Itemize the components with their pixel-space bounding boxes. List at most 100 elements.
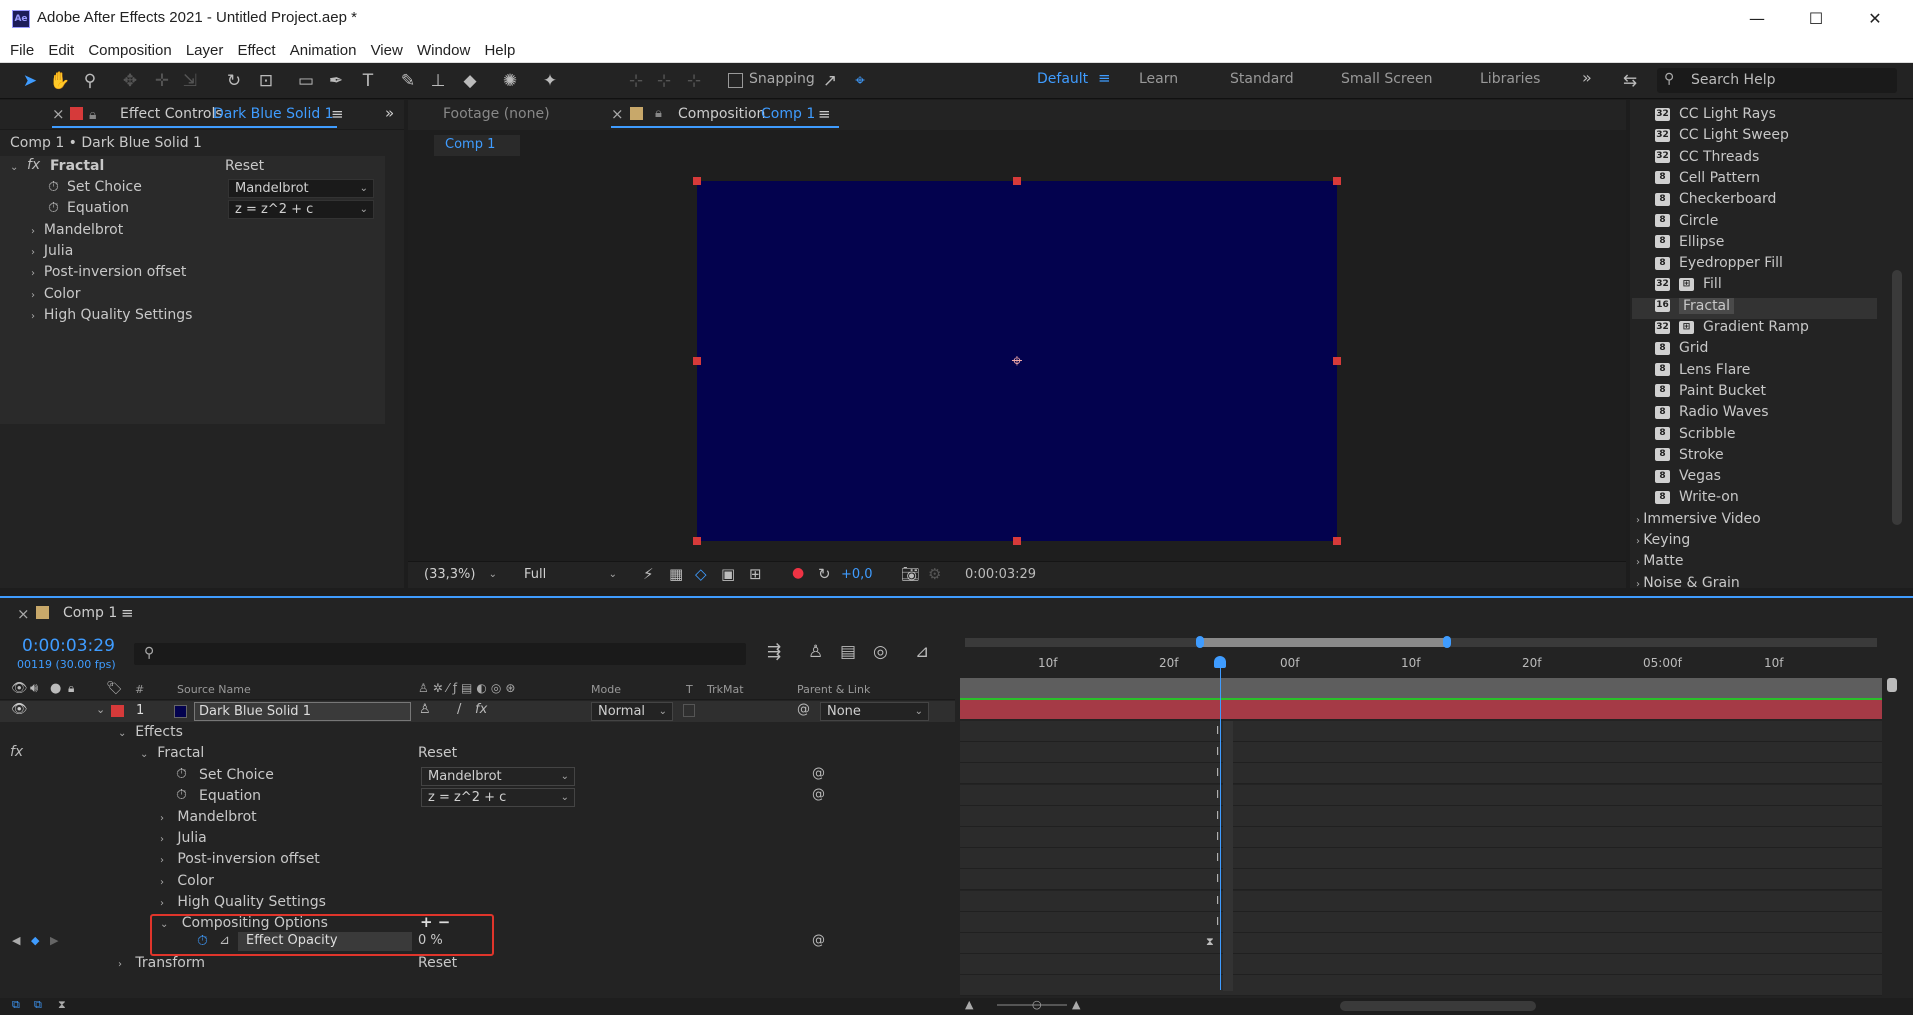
hold-keyframe-icon[interactable]: I [1216, 830, 1219, 843]
show-snapshot-icon[interactable]: ⚙ [928, 565, 941, 583]
work-area-bar[interactable] [1200, 638, 1448, 647]
layer-expand-icon[interactable]: ⌄ [96, 703, 105, 716]
group-mandelbrot[interactable]: › Mandelbrot [31, 222, 123, 238]
magnification-dropdown[interactable]: (33,3%) ⌄ [418, 566, 502, 585]
hold-keyframe-icon[interactable]: I [1216, 724, 1219, 737]
rectangle-tool-icon[interactable]: ▭ [294, 69, 318, 93]
workspace-small-screen[interactable]: Small Screen [1341, 71, 1432, 87]
effect-item[interactable]: 32 ⊞ Fill [1655, 276, 1722, 297]
dolly-camera-tool-icon[interactable]: ⇲ [178, 69, 202, 93]
transparency-grid-icon[interactable]: ▦ [669, 565, 683, 583]
lock-icon[interactable]: 🔒︎ [89, 107, 96, 123]
effect-reset-link[interactable]: Reset [225, 158, 264, 174]
group-high-quality-settings[interactable]: › High Quality Settings [160, 894, 326, 910]
expression-pick-whip-icon[interactable]: @ [812, 787, 825, 802]
close-window-button[interactable]: ✕ [1852, 4, 1898, 34]
panel-menu-icon[interactable]: ≡ [121, 604, 134, 622]
comp-flowchart-icon[interactable]: ⇶ [767, 642, 781, 662]
fractal-expand-icon[interactable]: ⌄ [10, 162, 18, 173]
exposure-value[interactable]: +0,0 [841, 567, 873, 582]
equation-dropdown[interactable]: z = z^2 + c ⌄ [421, 788, 575, 807]
maximize-button[interactable]: ☐ [1793, 4, 1839, 34]
previous-keyframe-icon[interactable]: ◀ [12, 934, 20, 947]
effect-controls-tab[interactable]: Effect Controls [120, 106, 223, 122]
collapse-panel-icon[interactable]: » [385, 104, 394, 122]
property-track[interactable] [960, 911, 1882, 933]
pick-whip-icon[interactable]: @ [797, 702, 810, 717]
effect-item[interactable]: 8 Stroke [1655, 447, 1724, 468]
shy-layers-icon[interactable]: ♙ [808, 642, 823, 662]
fractal-group[interactable]: ⌄ Fractal [140, 745, 204, 761]
workspace-menu-icon[interactable]: ≡ [1098, 69, 1111, 87]
menu-edit[interactable]: Edit [43, 38, 79, 59]
stopwatch-icon[interactable]: ⏱ [48, 200, 59, 216]
type-tool-icon[interactable]: T [356, 69, 380, 93]
stopwatch-icon[interactable]: ⏱ [176, 787, 187, 803]
transform-handle[interactable] [1333, 537, 1341, 545]
property-track[interactable] [960, 742, 1882, 764]
region-of-interest-icon[interactable]: ▣ [721, 565, 735, 583]
effects-switch-icon[interactable]: fx [475, 702, 487, 717]
hold-keyframe-icon[interactable]: I [1216, 915, 1219, 928]
effect-item[interactable]: 8 Lens Flare [1655, 362, 1750, 383]
set-choice-dropdown[interactable]: Mandelbrot ⌄ [421, 767, 575, 786]
transform-handle[interactable] [1013, 537, 1021, 545]
property-track[interactable] [960, 763, 1882, 785]
fx-toggle[interactable]: fx [10, 744, 23, 760]
zoom-out-icon[interactable]: ▲ [965, 998, 973, 1011]
effect-item[interactable]: 8 Vegas [1655, 468, 1721, 489]
property-track[interactable] [960, 784, 1882, 806]
menu-layer[interactable]: Layer [181, 38, 229, 59]
graph-icon[interactable]: ⊿ [219, 933, 230, 948]
group-post-inversion-offset[interactable]: › Post-inversion offset [160, 851, 320, 867]
time-ruler[interactable] [960, 651, 1882, 676]
transform-handle[interactable] [1013, 177, 1021, 185]
effect-category[interactable]: › Immersive Video [1636, 511, 1761, 532]
fractal-reset-link[interactable]: Reset [418, 745, 457, 761]
effect-item[interactable]: 8 Checkerboard [1655, 191, 1776, 212]
search-help-field[interactable]: ⚲ Search Help [1657, 68, 1897, 93]
menu-file[interactable]: File [5, 38, 39, 59]
minimize-button[interactable]: — [1734, 4, 1780, 34]
viewer-timecode[interactable]: 0:00:03:29 [965, 567, 1036, 582]
transform-handle[interactable] [1333, 177, 1341, 185]
fast-previews-icon[interactable]: ⚡ [643, 565, 654, 583]
layer-duration-bar[interactable] [960, 700, 1882, 719]
work-area-start-handle[interactable] [1196, 636, 1204, 648]
resolution-dropdown[interactable]: Full ⌄ [518, 566, 622, 585]
snap-options-icon[interactable]: ↗ [818, 69, 842, 93]
anchor-point-tool-icon[interactable]: ⊡ [254, 69, 278, 93]
render-time-icon[interactable]: ⧗ [58, 998, 66, 1012]
workspace-default[interactable]: Default [1037, 71, 1088, 87]
effect-item[interactable]: 32 CC Light Rays [1655, 106, 1776, 127]
group-mandelbrot[interactable]: › Mandelbrot [160, 809, 257, 825]
group-color[interactable]: › Color [31, 286, 80, 302]
rotation-tool-icon[interactable]: ↻ [222, 69, 246, 93]
sync-settings-icon[interactable]: ⇆ [1618, 69, 1642, 93]
composition-tab-name[interactable]: Comp 1 [761, 106, 815, 122]
source-name-header[interactable]: Source Name [177, 683, 251, 696]
set-choice-dropdown[interactable]: Mandelbrot ⌄ [228, 179, 374, 198]
panel-menu-icon[interactable]: ≡ [331, 105, 344, 123]
property-track[interactable] [960, 954, 1882, 976]
property-track[interactable] [960, 975, 1882, 997]
pen-tool-icon[interactable]: ✒ [324, 69, 348, 93]
transform-reset-link[interactable]: Reset [418, 955, 457, 971]
parent-dropdown[interactable]: None ⌄ [820, 702, 929, 721]
footage-tab[interactable]: Footage (none) [443, 106, 550, 122]
effects-group[interactable]: ⌄ Effects [118, 724, 183, 740]
compositing-options-group[interactable]: ⌄ Compositing Options [160, 915, 328, 931]
hold-keyframe-icon[interactable]: I [1216, 766, 1219, 779]
effect-category[interactable]: › Noise & Grain [1636, 575, 1740, 596]
hold-keyframe-icon[interactable]: I [1216, 872, 1219, 885]
equation-dropdown[interactable]: z = z^2 + c ⌄ [228, 200, 374, 219]
effect-controls-close-icon[interactable]: × [52, 105, 65, 123]
stopwatch-active-icon[interactable]: ⏱ [197, 933, 208, 949]
timeline-search-input[interactable]: ⚲ [134, 643, 746, 665]
local-axis-icon[interactable]: ⊹ [624, 69, 648, 93]
graph-editor-icon[interactable]: ⊿ [915, 642, 929, 662]
group-julia[interactable]: › Julia [31, 243, 73, 259]
stopwatch-icon[interactable]: ⏱ [48, 179, 59, 195]
panel-menu-icon[interactable]: ≡ [818, 105, 831, 123]
effects-scrollbar[interactable] [1892, 270, 1902, 525]
